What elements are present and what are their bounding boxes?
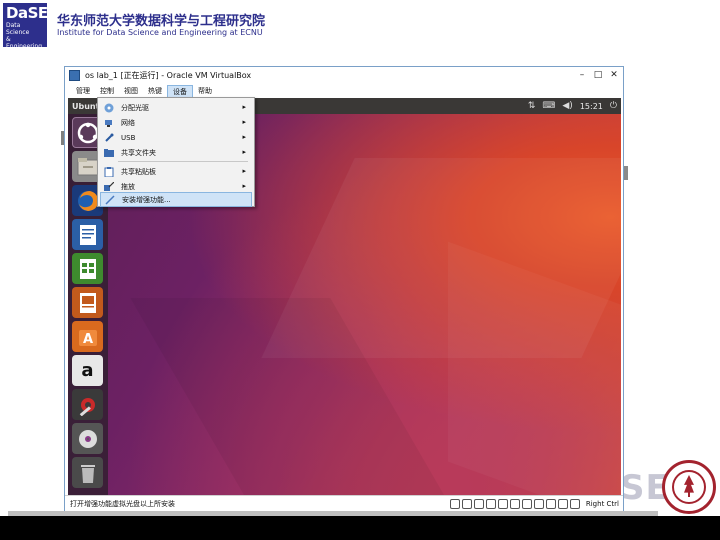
drag-drop-icon: [104, 181, 114, 192]
clock[interactable]: 15:21: [580, 102, 603, 111]
amazon-icon[interactable]: a: [72, 355, 103, 386]
menu-devices[interactable]: 设备: [167, 84, 193, 98]
menu-item-label: 分配光驱: [121, 103, 149, 112]
devices-menu: 分配光驱 ▸ 网络 ▸ USB ▸ 共享文件夹 ▸ 共享粘贴板 ▸ 拖放 ▸ 安…: [97, 97, 255, 207]
cpu-icon[interactable]: [545, 499, 556, 509]
optical-drive-icon[interactable]: [461, 499, 472, 509]
calc-icon[interactable]: [72, 253, 103, 284]
logo-line-1: Data Science: [6, 22, 30, 36]
menu-manage[interactable]: 管理: [71, 85, 95, 98]
host-key-label: Right Ctrl: [585, 500, 619, 508]
dvd-icon[interactable]: [72, 423, 103, 454]
maximize-button[interactable]: □: [591, 69, 605, 81]
folder-icon: [104, 148, 114, 158]
menu-separator: [118, 161, 248, 162]
menu-item-label: 安装增强功能...: [122, 195, 171, 204]
vm-status-bar: 打开增强功能虚拟光盘以上所安装 Right Ctrl: [65, 495, 623, 511]
optical-disc-icon: [104, 103, 114, 113]
power-icon[interactable]: ⏻: [610, 98, 617, 114]
menu-item-label: 网络: [121, 118, 135, 127]
slide: DaSE Data Science & Engineering 华东师范大学数据…: [0, 0, 720, 540]
menu-item-label: 共享文件夹: [121, 148, 156, 157]
status-message: 打开增强功能虚拟光盘以上所安装: [70, 499, 175, 508]
shared-folders-icon[interactable]: [509, 499, 520, 509]
menu-item-shared-clipboard[interactable]: 共享粘贴板 ▸: [100, 164, 252, 179]
menu-item-shared-folders[interactable]: 共享文件夹 ▸: [100, 145, 252, 160]
hard-disk-icon[interactable]: [449, 499, 460, 509]
menu-item-usb[interactable]: USB ▸: [100, 130, 252, 145]
submenu-arrow-icon: ▸: [242, 148, 246, 156]
menu-help[interactable]: 帮助: [193, 85, 217, 98]
close-button[interactable]: ✕: [607, 69, 621, 81]
submenu-arrow-icon: ▸: [242, 133, 246, 141]
volume-icon[interactable]: ◀): [562, 98, 572, 114]
impress-icon[interactable]: [72, 287, 103, 318]
submenu-arrow-icon: ▸: [242, 118, 246, 126]
logo-line-2: & Engineering: [6, 36, 42, 50]
amazon-glyph: a: [81, 360, 94, 381]
clipboard-icon: [104, 166, 114, 177]
menu-view[interactable]: 视图: [119, 85, 143, 98]
institute-name-cn: 华东师范大学数据科学与工程研究院: [57, 14, 266, 29]
submenu-arrow-icon: ▸: [242, 167, 246, 175]
network-status-icon[interactable]: [485, 499, 496, 509]
menu-item-label: USB: [121, 133, 136, 142]
menu-item-optical-drives[interactable]: 分配光驱 ▸: [100, 100, 252, 115]
minimize-button[interactable]: –: [575, 69, 589, 81]
network-icon[interactable]: ⇅: [528, 98, 536, 114]
system-settings-icon[interactable]: [72, 389, 103, 420]
audio-icon[interactable]: [473, 499, 484, 509]
menu-hotkeys[interactable]: 热键: [143, 85, 167, 98]
window-title: os lab_1 [正在运行] - Oracle VM VirtualBox: [85, 71, 252, 80]
university-seal-icon: [662, 460, 716, 514]
writer-icon[interactable]: [72, 219, 103, 250]
svg-text:A: A: [82, 332, 92, 347]
submenu-arrow-icon: ▸: [242, 103, 246, 111]
logo-big-text: DaSE: [6, 4, 48, 22]
virtualbox-app-icon: [69, 70, 80, 81]
menu-item-network[interactable]: 网络 ▸: [100, 115, 252, 130]
install-wand-icon: [105, 194, 115, 205]
video-capture-icon[interactable]: [533, 499, 544, 509]
menu-item-label: 拖放: [121, 182, 135, 191]
network-adapter-icon: [104, 118, 114, 128]
institute-name-en: Institute for Data Science and Engineeri…: [57, 28, 263, 37]
host-key-icon[interactable]: [569, 499, 580, 509]
usb-icon[interactable]: [497, 499, 508, 509]
software-center-icon[interactable]: A: [72, 321, 103, 352]
usb-icon: [104, 133, 114, 143]
mouse-integration-icon[interactable]: [557, 499, 568, 509]
dase-logo: DaSE Data Science & Engineering: [3, 3, 48, 50]
title-bar[interactable]: os lab_1 [正在运行] - Oracle VM VirtualBox –…: [65, 67, 623, 84]
keyboard-icon[interactable]: ⌨: [542, 98, 555, 114]
menu-item-install-guest-additions[interactable]: 安装增强功能...: [100, 192, 252, 207]
trash-icon[interactable]: [72, 457, 103, 488]
slide-footer-black: [0, 516, 720, 540]
right-edge-mark: [624, 166, 628, 180]
display-icon[interactable]: [521, 499, 532, 509]
vm-menu-bar: 管理 控制 视图 热键 设备 帮助: [65, 84, 623, 98]
menu-control[interactable]: 控制: [95, 85, 119, 98]
menu-item-label: 共享粘贴板: [121, 167, 156, 176]
